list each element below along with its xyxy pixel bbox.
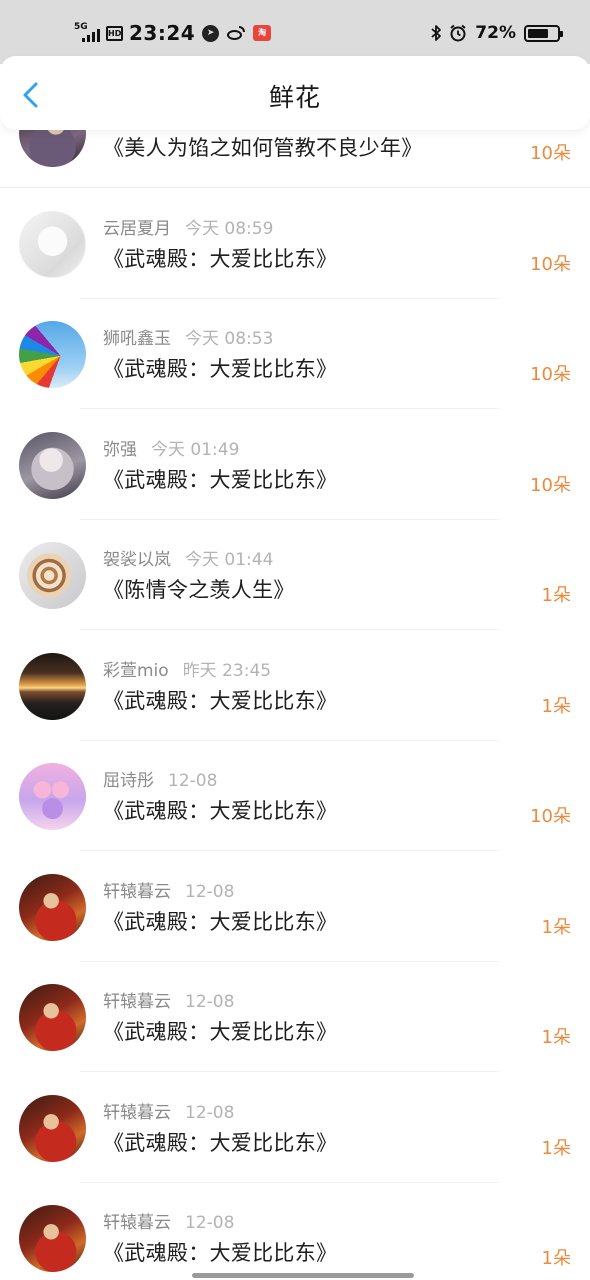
flower-count: 10朵 <box>530 253 571 275</box>
sender-name[interactable]: 狮吼鑫玉 <box>103 329 171 349</box>
navigation-icon: ➤ <box>202 24 220 42</box>
list-item[interactable]: 云居夏月 今天 08:59 《武魂殿：大爱比比东》 10朵 <box>0 189 590 299</box>
avatar[interactable] <box>19 652 86 720</box>
book-title[interactable]: 《武魂殿：大爱比比东》 <box>103 353 337 383</box>
send-time: 今天 08:59 <box>185 218 274 239</box>
home-indicator[interactable] <box>192 1273 414 1278</box>
sender-meta: 彩萱mio 昨天 23:45 <box>103 656 271 681</box>
send-time: 12-08 <box>185 1213 235 1233</box>
sender-name[interactable]: 屈诗彤 <box>103 771 154 791</box>
cellular-signal-icon: 5G <box>74 22 102 44</box>
avatar[interactable] <box>19 321 86 388</box>
flower-count: 1朵 <box>541 585 571 606</box>
sender-meta: 轩辕暮云 12-08 <box>103 987 234 1012</box>
alarm-icon <box>449 24 467 42</box>
battery-icon <box>524 24 563 42</box>
sender-meta: 屈诗彤 12-08 <box>103 766 217 791</box>
flower-count: 1朵 <box>541 695 571 717</box>
sender-name[interactable]: 轩辕暮云 <box>103 1213 171 1233</box>
navigation-bar: 鲜花 <box>0 56 590 130</box>
book-title[interactable]: 《武魂殿：大爱比比东》 <box>103 906 337 936</box>
sender-meta: 轩辕暮云 12-08 <box>103 1208 234 1233</box>
send-time: 今天 01:44 <box>185 550 274 570</box>
book-title[interactable]: 《武魂殿：大爱比比东》 <box>103 1237 337 1267</box>
flower-count: 1朵 <box>541 1027 571 1048</box>
taobao-icon: 淘 <box>253 25 272 41</box>
hd-icon: HD <box>106 25 123 41</box>
avatar[interactable] <box>19 431 86 499</box>
list-item[interactable]: 弥强 今天 01:49 《武魂殿：大爱比比东》 10朵 <box>0 410 590 520</box>
list-item[interactable]: 轩辕暮云 12-08 《武魂殿：大爱比比东》 1朵 <box>0 1073 590 1183</box>
sender-name[interactable]: 弥强 <box>103 440 137 460</box>
flower-record-list[interactable]: 弹腿心远今天 09:38《美人为馅之如何管教不良少年》10朵云居夏月今天 08:… <box>0 106 590 1280</box>
sender-name[interactable]: 袈裟以岚 <box>103 550 171 570</box>
list-item[interactable]: 轩辕暮云 12-08 《武魂殿：大爱比比东》 1朵 <box>0 852 590 962</box>
status-time: 23:24 <box>129 21 196 45</box>
book-title[interactable]: 《武魂殿：大爱比比东》 <box>103 1127 337 1157</box>
avatar[interactable] <box>19 1094 86 1162</box>
book-title[interactable]: 《武魂殿：大爱比比东》 <box>103 1016 337 1046</box>
flower-count: 10朵 <box>530 806 571 827</box>
sender-name[interactable]: 彩萱mio <box>103 661 169 681</box>
flower-count: 10朵 <box>530 143 571 164</box>
sender-meta: 轩辕暮云 12-08 <box>103 877 234 902</box>
list-item[interactable]: 屈诗彤 12-08 《武魂殿：大爱比比东》 10朵 <box>0 741 590 851</box>
battery-fill <box>528 28 549 38</box>
status-bar-left: 5G HD 23:24 ➤ 淘 <box>74 19 272 47</box>
book-title[interactable]: 《美人为馅之如何管教不良少年》 <box>103 132 423 162</box>
send-time: 昨天 23:45 <box>182 660 272 681</box>
list-item[interactable]: 袈裟以岚 今天 01:44 《陈情令之羡人生》 1朵 <box>0 520 590 630</box>
weibo-icon <box>226 25 246 41</box>
flower-count: 1朵 <box>541 1248 571 1269</box>
send-time: 12-08 <box>185 1102 235 1123</box>
flower-count: 1朵 <box>541 1137 571 1159</box>
list-item[interactable]: 轩辕暮云 12-08 《武魂殿：大爱比比东》 1朵 <box>0 962 590 1072</box>
sender-meta: 袈裟以岚 今天 01:44 <box>103 545 273 570</box>
book-title[interactable]: 《陈情令之羡人生》 <box>103 574 295 604</box>
sender-meta: 弥强 今天 01:49 <box>103 435 239 460</box>
page-title: 鲜花 <box>268 83 321 112</box>
book-title[interactable]: 《武魂殿：大爱比比东》 <box>103 464 337 494</box>
avatar[interactable] <box>19 873 86 941</box>
sender-meta: 轩辕暮云 12-08 <box>103 1098 234 1123</box>
sender-name[interactable]: 轩辕暮云 <box>103 882 171 902</box>
list-item[interactable]: 轩辕暮云 12-08 《武魂殿：大爱比比东》 1朵 <box>0 1183 590 1280</box>
status-bar-right: 72% <box>430 19 563 47</box>
send-time: 12-08 <box>185 881 235 902</box>
send-time: 今天 08:53 <box>185 329 274 349</box>
book-title[interactable]: 《武魂殿：大爱比比东》 <box>103 243 337 273</box>
avatar[interactable] <box>19 210 86 278</box>
sender-meta: 狮吼鑫玉 今天 08:53 <box>103 324 273 349</box>
sender-name[interactable]: 轩辕暮云 <box>103 992 171 1012</box>
list-item[interactable]: 狮吼鑫玉 今天 08:53 《武魂殿：大爱比比东》 10朵 <box>0 299 590 409</box>
status-bar: 5G HD 23:24 ➤ 淘 72% <box>0 0 590 64</box>
book-title[interactable]: 《武魂殿：大爱比比东》 <box>103 685 337 715</box>
send-time: 12-08 <box>168 771 218 791</box>
flower-count: 1朵 <box>541 916 571 938</box>
sender-name[interactable]: 云居夏月 <box>103 219 171 239</box>
avatar[interactable] <box>19 1205 86 1272</box>
flower-count: 10朵 <box>530 364 571 385</box>
send-time: 今天 01:49 <box>151 439 240 460</box>
avatar[interactable] <box>19 763 86 830</box>
avatar[interactable] <box>19 542 86 609</box>
list-item[interactable]: 彩萱mio 昨天 23:45 《武魂殿：大爱比比东》 1朵 <box>0 631 590 741</box>
avatar[interactable] <box>19 984 86 1051</box>
bluetooth-icon <box>430 24 442 42</box>
send-time: 12-08 <box>185 992 235 1012</box>
sender-name[interactable]: 轩辕暮云 <box>103 1103 171 1123</box>
sender-meta: 云居夏月 今天 08:59 <box>103 214 273 239</box>
battery-percent: 72% <box>475 23 516 43</box>
book-title[interactable]: 《武魂殿：大爱比比东》 <box>103 795 337 825</box>
flower-count: 10朵 <box>530 474 571 496</box>
